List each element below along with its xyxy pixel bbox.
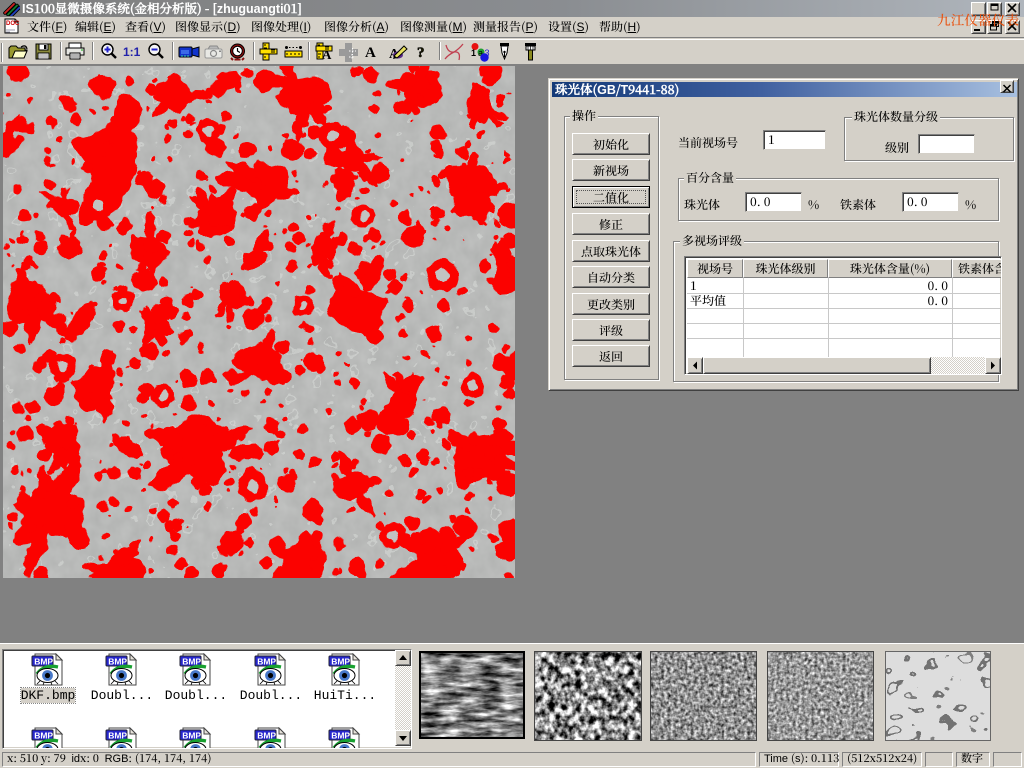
svg-text:1:1: 1:1 — [123, 45, 141, 59]
svg-text:1: 1 — [471, 48, 476, 58]
svg-text:A: A — [365, 45, 376, 61]
svg-text:?: ? — [417, 45, 425, 61]
svg-text:A: A — [322, 47, 332, 62]
svg-text:DOC: DOC — [6, 21, 20, 27]
